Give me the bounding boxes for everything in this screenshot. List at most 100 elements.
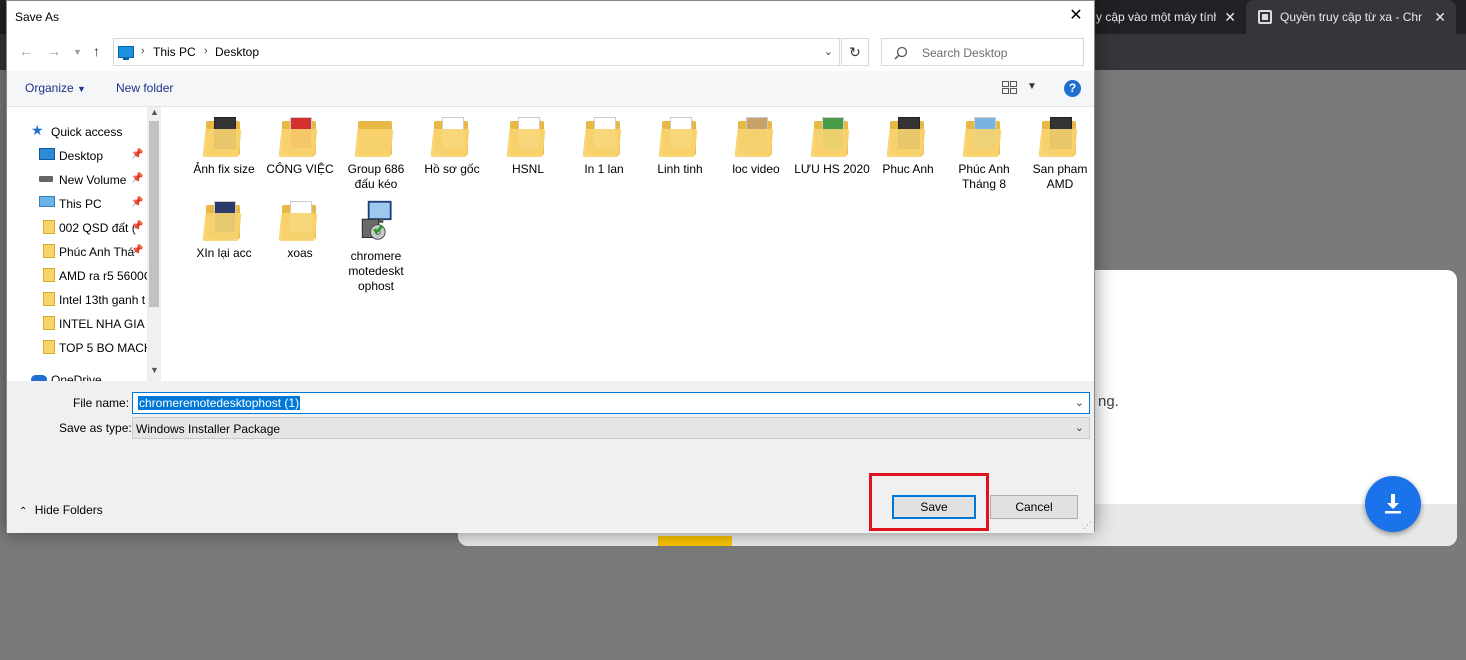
sidebar-item-folder[interactable]: TOP 5 BO MACH bbox=[7, 337, 147, 359]
pin-icon: 📌 bbox=[131, 245, 144, 256]
browser-tab-active[interactable]: Quyền truy cập từ xa - Chr ✕ bbox=[1246, 0, 1456, 34]
nav-scrollbar[interactable]: ▲ ▼ bbox=[147, 107, 161, 381]
recent-dropdown-icon[interactable]: ▼ bbox=[73, 47, 82, 57]
folder-item[interactable]: Linh tinh bbox=[642, 107, 718, 177]
chevron-up-icon[interactable]: ▲ bbox=[150, 107, 159, 117]
folder-item[interactable]: Phúc Anh Tháng 8 bbox=[946, 107, 1022, 192]
folder-item[interactable]: San pham AMD bbox=[1022, 107, 1098, 192]
folder-name: Ảnh fix size bbox=[193, 162, 255, 176]
file-name-field[interactable]: chromeremotedesktophost (1) ⌄ bbox=[132, 392, 1090, 414]
folder-icon bbox=[43, 316, 55, 330]
close-icon[interactable]: ✕ bbox=[1224, 9, 1236, 26]
folder-item[interactable]: LƯU HS 2020 bbox=[794, 107, 870, 177]
star-icon: ★ bbox=[31, 122, 44, 138]
card-text: ng. bbox=[1098, 393, 1119, 410]
chevron-down-icon[interactable]: ▼ bbox=[150, 365, 159, 375]
search-input[interactable]: Search Desktop bbox=[881, 38, 1084, 66]
sidebar-item-new-volume[interactable]: New Volume 📌 bbox=[7, 169, 147, 191]
up-arrow-icon[interactable]: ↑ bbox=[93, 43, 100, 59]
folder-icon bbox=[43, 244, 55, 258]
folder-icon bbox=[43, 220, 55, 234]
folder-item[interactable]: Group 686 đấu kéo bbox=[338, 107, 414, 192]
chevron-down-icon[interactable]: ⌄ bbox=[824, 45, 833, 58]
organize-button[interactable]: Organize ▼ bbox=[25, 81, 86, 95]
view-options-icon[interactable] bbox=[1002, 81, 1018, 95]
sidebar-item-label: TOP 5 BO MACH bbox=[59, 341, 147, 355]
pin-icon: 📌 bbox=[131, 149, 144, 160]
sidebar-item-label: Quick access bbox=[51, 125, 123, 139]
folder-item[interactable]: Hồ sơ gốc bbox=[414, 107, 490, 177]
sidebar-item-label: AMD ra r5 5600G bbox=[59, 269, 147, 283]
folder-name: Linh tinh bbox=[657, 162, 703, 176]
sidebar-item-label: OneDrive bbox=[51, 373, 102, 381]
sidebar-item-folder[interactable]: Intel 13th ganh t bbox=[7, 289, 147, 311]
organize-label: Organize bbox=[25, 81, 74, 95]
sidebar-item-quick-access[interactable]: ★ Quick access bbox=[7, 121, 139, 143]
folder-name: In 1 lan bbox=[584, 162, 624, 176]
address-bar[interactable]: › This PC › Desktop ⌄ bbox=[113, 38, 840, 66]
save-type-select[interactable]: Windows Installer Package ⌄ bbox=[132, 417, 1090, 439]
pin-icon: 📌 bbox=[131, 197, 144, 208]
folder-item[interactable]: xoas bbox=[262, 191, 338, 261]
folder-icon bbox=[354, 115, 396, 159]
breadcrumb-desktop[interactable]: Desktop bbox=[215, 45, 259, 59]
sidebar-item-onedrive[interactable]: OneDrive bbox=[7, 369, 139, 381]
hide-folders-toggle[interactable]: ⌃ Hide Folders bbox=[19, 503, 103, 517]
help-icon[interactable]: ? bbox=[1064, 80, 1081, 97]
resize-grip-icon[interactable]: ⋰ bbox=[1083, 520, 1092, 531]
cancel-button[interactable]: Cancel bbox=[990, 495, 1078, 519]
save-button[interactable]: Save bbox=[892, 495, 976, 519]
folder-icon bbox=[582, 115, 624, 159]
sidebar-item-folder[interactable]: AMD ra r5 5600G bbox=[7, 265, 147, 287]
folder-icon bbox=[278, 199, 320, 243]
chevron-down-icon[interactable]: ▼ bbox=[1027, 81, 1037, 92]
folder-icon bbox=[202, 199, 244, 243]
pc-icon bbox=[39, 196, 55, 207]
forward-arrow-icon[interactable]: → bbox=[47, 43, 61, 59]
chevron-right-icon[interactable]: › bbox=[204, 45, 208, 57]
download-button[interactable] bbox=[1365, 476, 1421, 532]
folder-item[interactable]: Ảnh fix size bbox=[186, 107, 262, 177]
folder-item[interactable]: In 1 lan bbox=[566, 107, 642, 177]
drive-icon bbox=[39, 172, 53, 182]
installer-package-icon bbox=[361, 200, 392, 240]
sidebar-item-folder[interactable]: 002 QSD đất ( 📌 bbox=[7, 217, 147, 239]
scrollbar-thumb[interactable] bbox=[149, 121, 159, 307]
folder-icon bbox=[658, 115, 700, 159]
installer-file-item[interactable]: chromere motedeskt ophost bbox=[338, 191, 414, 294]
chevron-up-icon: ⌃ bbox=[19, 506, 28, 517]
folder-name: San pham AMD bbox=[1032, 162, 1088, 191]
folder-item[interactable]: XIn lại acc bbox=[186, 191, 262, 261]
back-arrow-icon[interactable]: ← bbox=[19, 43, 33, 59]
folder-icon bbox=[430, 115, 472, 159]
refresh-icon[interactable]: ↻ bbox=[841, 38, 869, 66]
sidebar-item-label: INTEL NHA GIA I bbox=[59, 317, 147, 331]
folder-icon bbox=[962, 115, 1004, 159]
folder-item[interactable]: HSNL bbox=[490, 107, 566, 177]
close-icon[interactable]: ✕ bbox=[1434, 9, 1446, 26]
chevron-down-icon[interactable]: ⌄ bbox=[1075, 396, 1084, 409]
file-name-label: File name: bbox=[73, 396, 130, 410]
dialog-title: Save As bbox=[15, 10, 60, 24]
folder-name: XIn lại acc bbox=[196, 246, 252, 260]
folder-name: HSNL bbox=[511, 162, 544, 176]
folder-item[interactable]: CÔNG VIỆC bbox=[262, 107, 338, 177]
folder-icon bbox=[202, 115, 244, 159]
close-icon[interactable]: ✕ bbox=[1066, 6, 1086, 26]
folder-item[interactable]: loc video bbox=[718, 107, 794, 177]
dialog-body: ★ Quick access Desktop 📌 New Volume 📌 Th… bbox=[7, 107, 1094, 381]
new-folder-button[interactable]: New folder bbox=[116, 81, 173, 95]
dialog-titlebar[interactable]: Save As ✕ bbox=[7, 1, 1094, 33]
search-icon bbox=[894, 46, 908, 60]
progress-accent bbox=[658, 536, 732, 546]
browser-tab[interactable]: y cập vào một máy tính ✕ bbox=[1096, 0, 1246, 34]
breadcrumb-this-pc[interactable]: This PC bbox=[153, 45, 196, 59]
sidebar-item-this-pc[interactable]: This PC 📌 bbox=[7, 193, 147, 215]
chevron-down-icon: ▼ bbox=[77, 84, 86, 94]
sidebar-item-desktop[interactable]: Desktop 📌 bbox=[7, 145, 147, 167]
chevron-down-icon[interactable]: ⌄ bbox=[1075, 421, 1084, 434]
sidebar-item-folder[interactable]: INTEL NHA GIA I bbox=[7, 313, 147, 335]
sidebar-item-folder[interactable]: Phúc Anh Thá 📌 bbox=[7, 241, 147, 263]
folder-item[interactable]: Phuc Anh bbox=[870, 107, 946, 177]
chevron-right-icon[interactable]: › bbox=[141, 45, 145, 57]
